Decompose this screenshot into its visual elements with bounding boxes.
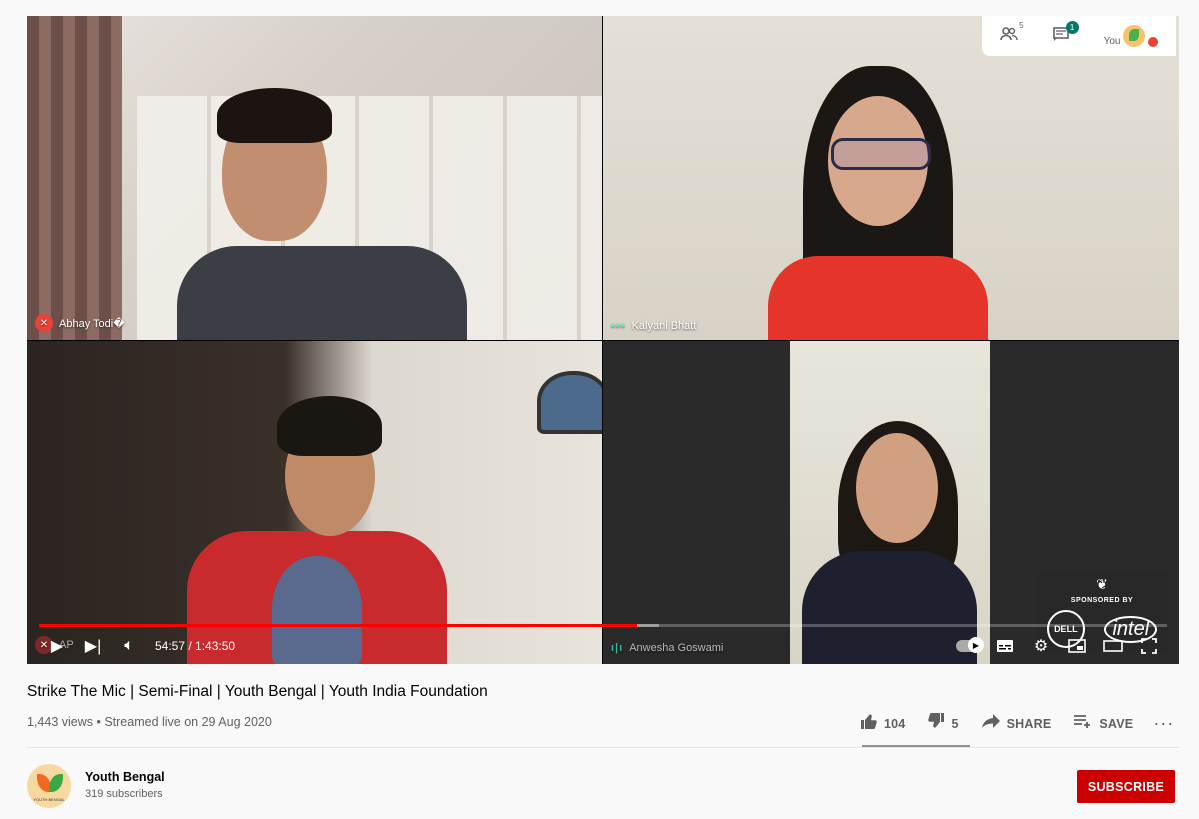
participant-name: Abhay Todi�	[59, 317, 125, 330]
player-controls: ▶ ▶| 🔈︎ 54:57 / 1:43:50 ⚙	[27, 628, 1179, 664]
miniplayer-icon[interactable]	[1059, 639, 1095, 653]
autoplay-toggle[interactable]	[951, 637, 987, 653]
video-player[interactable]: ✕ Abhay Todi� ••• Kalyani Bhatt 5 1 You	[27, 16, 1179, 664]
chat-icon[interactable]: 1	[1052, 20, 1079, 46]
participant-name-tag: ••• Kalyani Bhatt	[611, 320, 696, 332]
progress-bar[interactable]	[39, 624, 1167, 627]
progress-loaded	[636, 624, 660, 627]
people-icon[interactable]: 5	[999, 21, 1024, 46]
sponsor-text: SPONSORED BY	[1070, 597, 1134, 604]
share-label: SHARE	[1006, 716, 1052, 731]
speaking-indicator-icon: •••	[611, 320, 626, 332]
subscriber-count: 319 subscribers	[85, 788, 163, 800]
mic-off-icon	[1148, 37, 1159, 47]
share-button[interactable]: SHARE	[981, 713, 1052, 734]
avatar	[1123, 25, 1146, 47]
leaf-icon	[49, 774, 63, 792]
progress-played	[39, 624, 637, 627]
dislike-button[interactable]: 5	[927, 712, 958, 735]
you-label: You	[1103, 36, 1121, 47]
channel-name[interactable]: Youth Bengal	[85, 770, 165, 784]
save-button[interactable]: SAVE	[1073, 713, 1133, 734]
save-label: SAVE	[1099, 716, 1134, 731]
participant-tile-kalyani: ••• Kalyani Bhatt 5 1 You	[603, 16, 1179, 340]
playlist-add-icon	[1073, 713, 1093, 734]
time-display: 54:57 / 1:43:50	[155, 639, 236, 653]
like-count: 104	[884, 716, 906, 731]
participant-video	[790, 341, 990, 664]
channel-avatar[interactable]: YOUTH BENGAL	[27, 764, 71, 808]
participant-hair	[217, 88, 332, 143]
gear-icon[interactable]: ⚙	[1023, 636, 1059, 656]
divider	[27, 747, 1179, 748]
curtain	[27, 16, 122, 340]
meet-top-bar: 5 1 You	[982, 16, 1176, 56]
volume-icon[interactable]: 🔈︎	[111, 637, 147, 655]
people-count: 5	[1019, 20, 1024, 30]
participant-body	[768, 256, 988, 340]
avatar-text: YOUTH BENGAL	[33, 797, 65, 802]
wall-frame	[537, 371, 602, 434]
participant-face	[856, 433, 938, 543]
video-title: Strike The Mic | Semi-Final | Youth Beng…	[27, 683, 488, 700]
like-button[interactable]: 104	[860, 712, 905, 735]
next-icon[interactable]: ▶|	[75, 636, 111, 656]
play-icon[interactable]: ▶	[39, 636, 75, 656]
mic-off-icon: ✕	[35, 314, 53, 332]
participant-tile-ap: ✕ AP	[27, 341, 602, 664]
youth-bengal-logo-icon: ❦	[1096, 576, 1108, 592]
thumbs-down-icon	[927, 712, 945, 735]
participant-name-tag: ✕ Abhay Todi�	[35, 314, 125, 332]
participant-tile-abhay: ✕ Abhay Todi�	[27, 16, 602, 340]
theater-icon[interactable]	[1095, 640, 1131, 652]
self-view: You	[1104, 25, 1159, 47]
subscribe-button[interactable]: SUBSCRIBE	[1077, 770, 1175, 803]
participant-name: Kalyani Bhatt	[631, 320, 697, 332]
dislike-count: 5	[951, 716, 959, 731]
captions-icon[interactable]	[987, 639, 1023, 653]
thumbs-up-icon	[860, 712, 878, 735]
fullscreen-icon[interactable]	[1131, 638, 1167, 654]
more-options-icon[interactable]: ···	[1153, 713, 1174, 734]
video-meta: 1,443 views • Streamed live on 29 Aug 20…	[27, 715, 272, 729]
participant-tile-anwesha: ı|ı Anwesha Goswami ❦ SPONSORED BY DELL …	[603, 341, 1179, 664]
video-actions: 104 5 SHARE SAVE ···	[860, 712, 1174, 735]
chat-badge: 1	[1065, 20, 1079, 34]
participant-body	[177, 246, 467, 340]
share-icon	[981, 713, 1001, 734]
glasses	[831, 138, 931, 170]
participant-hair	[277, 396, 382, 456]
